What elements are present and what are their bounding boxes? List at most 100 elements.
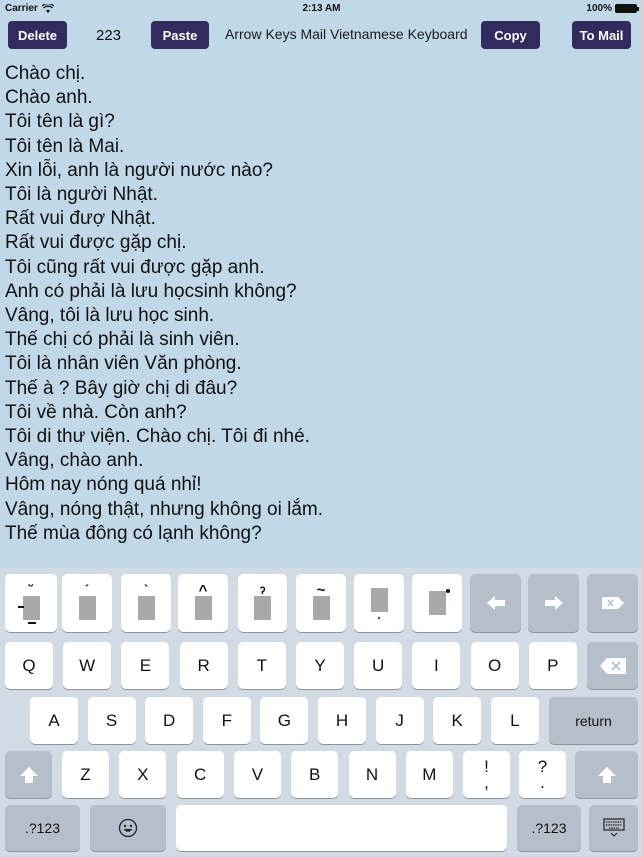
key-d[interactable]: D: [145, 697, 194, 744]
shift-icon: [19, 766, 38, 783]
key-j[interactable]: J: [375, 697, 424, 744]
shift-left-button[interactable]: [5, 751, 52, 798]
key-question-period[interactable]: ? .: [519, 751, 566, 798]
space-bar[interactable]: [176, 805, 507, 851]
arrow-right-button[interactable]: [528, 574, 579, 632]
key-c[interactable]: C: [176, 751, 224, 798]
accent-key-hook[interactable]: ʔ: [238, 574, 287, 632]
key-x[interactable]: X: [119, 751, 167, 798]
numbers-right-button[interactable]: .?123: [517, 805, 581, 851]
key-m[interactable]: M: [405, 751, 453, 798]
delete-button[interactable]: Delete: [8, 21, 67, 49]
key-label: T: [256, 655, 267, 675]
hide-keyboard-button[interactable]: [589, 805, 638, 851]
comma-label: ,: [484, 772, 489, 792]
key-label: M: [422, 764, 437, 784]
key-label: R: [197, 655, 210, 675]
text-line: Tôi tên là gì?: [5, 111, 115, 133]
text-line: Vâng, tôi là lưu học sinh.: [5, 305, 215, 327]
key-exclamation-comma[interactable]: ! ,: [463, 751, 510, 798]
battery-icon: [615, 4, 639, 13]
key-label: N: [365, 764, 379, 784]
key-label: H: [335, 710, 349, 730]
accent-key-tilde[interactable]: ~: [296, 574, 346, 632]
numbers-left-button[interactable]: .?123: [5, 805, 80, 851]
clock: 2:13 AM: [302, 3, 341, 14]
text-line: Vâng, chào anh.: [5, 450, 144, 472]
return-button[interactable]: return: [549, 697, 638, 744]
key-y[interactable]: Y: [296, 642, 344, 689]
arrow-left-button[interactable]: [470, 574, 521, 632]
text-editor[interactable]: Chào chị. Chào anh. Tôi tên là gì? Tôi tên …: [5, 62, 638, 562]
placeholder-box-icon: [254, 596, 271, 620]
to-mail-button[interactable]: To Mail: [572, 21, 631, 49]
accent-key-dot-below[interactable]: .: [354, 574, 404, 632]
key-a[interactable]: A: [30, 697, 78, 744]
key-b[interactable]: B: [291, 751, 339, 798]
key-label: Y: [314, 655, 326, 675]
key-w[interactable]: W: [63, 642, 112, 689]
text-line: Tôi cũng rất vui được gặp anh.: [5, 256, 265, 278]
text-line: Anh có phải là lưu họcsinh không?: [5, 280, 297, 302]
arrow-left-icon: [486, 596, 505, 610]
key-g[interactable]: G: [260, 697, 309, 744]
backspace-button[interactable]: [587, 642, 638, 689]
app-title: Arrow Keys Mail Vietnamese Keyboard: [225, 26, 468, 42]
placeholder-box-icon: [17, 596, 40, 624]
accent-delete-button[interactable]: [587, 574, 638, 632]
text-line: Thế mùa đông có lạnh không?: [5, 522, 262, 544]
accent-key-acute[interactable]: ˊ: [62, 574, 112, 632]
key-t[interactable]: T: [237, 642, 286, 689]
key-label: F: [221, 710, 232, 730]
circumflex-icon: ^: [198, 582, 208, 599]
copy-button[interactable]: Copy: [481, 21, 540, 49]
hide-keyboard-icon: [602, 818, 625, 837]
key-k[interactable]: K: [433, 697, 482, 744]
battery-percent: 100%: [586, 3, 612, 14]
placeholder-box-icon: [428, 589, 450, 615]
accent-key-horn[interactable]: [412, 574, 462, 632]
key-v[interactable]: V: [233, 751, 281, 798]
character-count: 223: [96, 27, 122, 44]
paste-button[interactable]: Paste: [151, 21, 209, 49]
shift-right-button[interactable]: [575, 751, 638, 798]
text-line: Xin lỗi, anh là người nước nào?: [5, 159, 273, 181]
numbers-label: .?123: [24, 820, 61, 836]
text-line: Tôi tên là Mai.: [5, 135, 125, 157]
key-l[interactable]: L: [490, 697, 539, 744]
key-h[interactable]: H: [318, 697, 366, 744]
key-p[interactable]: P: [528, 642, 577, 689]
key-e[interactable]: E: [121, 642, 170, 689]
key-r[interactable]: R: [179, 642, 228, 689]
key-z[interactable]: Z: [62, 751, 109, 798]
key-label: Z: [80, 764, 91, 784]
dot-below-icon: .: [377, 608, 381, 622]
key-label: V: [251, 764, 264, 784]
accent-key-grave[interactable]: ˋ: [121, 574, 171, 632]
key-label: Q: [22, 655, 36, 675]
backspace-icon: [599, 657, 626, 674]
key-u[interactable]: U: [354, 642, 403, 689]
text-line: Rất vui đượ Nhật.: [5, 208, 156, 230]
key-label: W: [79, 655, 96, 675]
key-label: K: [451, 710, 463, 730]
return-label: return: [575, 712, 612, 729]
emoji-button[interactable]: [90, 805, 166, 851]
text-line: Chào chị.: [5, 63, 86, 84]
key-label: D: [163, 710, 176, 730]
toolbar: Delete 223 Paste Arrow Keys Mail Vietnam…: [0, 20, 643, 50]
key-n[interactable]: N: [348, 751, 396, 798]
text-line: Tôi về nhà. Còn anh?: [5, 401, 187, 423]
key-q[interactable]: Q: [5, 642, 53, 689]
key-o[interactable]: O: [470, 642, 519, 689]
text-line: Thế chị có phải là sinh viên.: [5, 329, 240, 351]
key-s[interactable]: S: [87, 697, 136, 744]
key-label: S: [105, 710, 118, 730]
key-label: G: [277, 710, 291, 730]
accent-key-circumflex[interactable]: ^: [178, 574, 228, 632]
key-i[interactable]: I: [412, 642, 461, 689]
accent-key-breve[interactable]: ˘: [5, 574, 57, 632]
emoji-icon: [118, 818, 138, 838]
key-f[interactable]: F: [202, 697, 251, 744]
key-label: C: [193, 764, 207, 784]
